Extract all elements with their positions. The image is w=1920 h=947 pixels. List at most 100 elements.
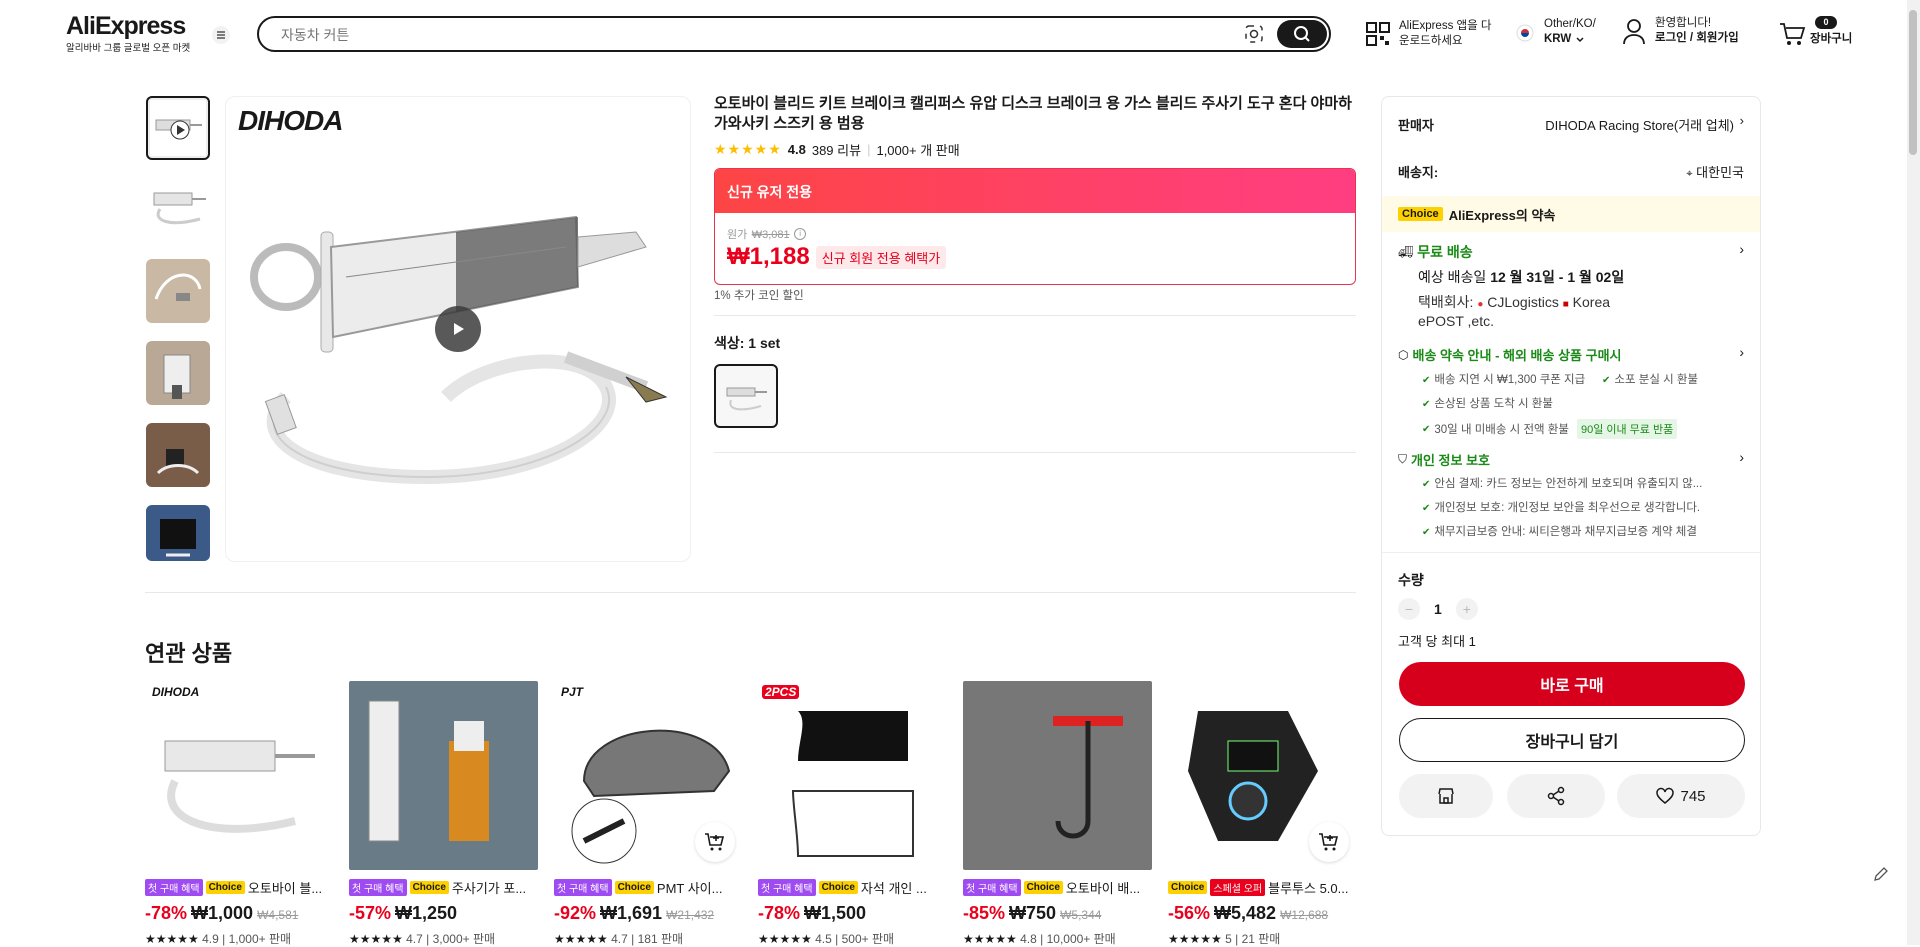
- product-card-price: ₩5,482: [1214, 903, 1277, 923]
- quantity-value[interactable]: 1: [1434, 601, 1442, 617]
- product-card-name[interactable]: 오토바이 블...: [248, 878, 322, 897]
- check-icon: ✔: [1422, 503, 1431, 514]
- color-option-1set[interactable]: [714, 364, 778, 428]
- login-link[interactable]: 로그인 / 회원가입: [1655, 31, 1739, 46]
- search-button[interactable]: [1277, 20, 1327, 48]
- product-card-name[interactable]: 자석 개인 ...: [861, 878, 927, 897]
- main-product-image[interactable]: DIHODA: [225, 96, 691, 562]
- menu-button[interactable]: [212, 26, 230, 44]
- store-button[interactable]: [1399, 774, 1493, 818]
- aliexpress-logo[interactable]: AliExpress: [66, 12, 186, 41]
- review-count[interactable]: 389 리뷰: [812, 140, 861, 159]
- promise-item-4: ✔ 30일 내 미배송 시 전액 환불 90일 이내 무료 반품: [1422, 419, 1678, 439]
- product-image: [349, 681, 538, 870]
- brand-logo: DIHODA: [238, 105, 343, 136]
- product-card-image[interactable]: [963, 681, 1152, 870]
- share-button[interactable]: [1507, 774, 1605, 818]
- chevron-right-icon[interactable]: ›: [1739, 241, 1744, 257]
- korea-post-logo-icon: ■: [1562, 299, 1569, 310]
- discount-percent: -92%: [554, 903, 597, 923]
- free-shipping: 무료 배송: [1417, 244, 1473, 260]
- gallery-thumb-5[interactable]: [146, 423, 210, 487]
- increase-qty-button[interactable]: +: [1455, 598, 1478, 620]
- add-to-cart-icon[interactable]: [695, 822, 735, 862]
- star-rating-icon: ★★★★★: [554, 932, 612, 946]
- delivery-dates: 12 월 31일 - 1 월 02일: [1490, 269, 1625, 285]
- search-input[interactable]: [281, 24, 1181, 46]
- product-card[interactable]: 첫 구매 혜택 Choice 주사기가 포... -57% ₩1,250 ★★★★★ 4.…: [349, 681, 538, 947]
- product-card-name[interactable]: 오토바이 배...: [1066, 878, 1140, 897]
- play-video-button[interactable]: [435, 306, 481, 352]
- product-card-rating-row: ★★★★★ 4.7 | 181 판매: [554, 930, 743, 947]
- product-card-title-row: 첫 구매 혜택 Choice PMT 사이...: [554, 878, 743, 897]
- gallery-thumb-4[interactable]: [146, 341, 210, 405]
- product-card-original-price: ₩4,581: [257, 908, 299, 922]
- chevron-right-icon[interactable]: ›: [1739, 449, 1744, 465]
- feedback-button[interactable]: [1867, 860, 1895, 888]
- carrier-row: 택배회사: ● CJLogistics ■ Korea: [1418, 292, 1610, 312]
- privacy-item-text: 채무지급보증 안내: 씨티은행과 채무지급보증 계약 체결: [1434, 526, 1697, 538]
- product-card-title-row: 첫 구매 혜택 Choice 오토바이 블...: [145, 878, 334, 897]
- product-card[interactable]: Choice 스페셜 오퍼 블루투스 5.0... -56% ₩5,482 ₩12,688…: [1168, 681, 1357, 947]
- product-image-label: 2PCS: [762, 685, 800, 699]
- product-card-price-row: -78% ₩1,000 ₩4,581: [145, 903, 334, 924]
- sold-count: 1,000+ 개 판매: [876, 143, 960, 158]
- gallery-thumb-video[interactable]: [146, 96, 210, 160]
- product-card-price-row: -78% ₩1,500: [758, 903, 947, 924]
- promise-item-text: 손상된 상품 도착 시 환불: [1434, 398, 1553, 410]
- product-card[interactable]: 첫 구매 혜택 Choice 오토바이 배... -85% ₩750 ₩5,344 ★★★★…: [963, 681, 1152, 947]
- product-card-name[interactable]: 주사기가 포...: [452, 878, 526, 897]
- product-card-original-price: ₩12,688: [1280, 908, 1329, 922]
- quantity-stepper: − 1 +: [1398, 598, 1478, 620]
- product-card-price: ₩1,250: [395, 903, 458, 923]
- gallery-thumb-2[interactable]: [146, 177, 210, 241]
- choice-promise-bar: Choice AliExpress의 약속: [1382, 196, 1760, 232]
- buy-now-button[interactable]: 바로 구매: [1399, 662, 1745, 706]
- product-card-rating-row: ★★★★★ 4.7 | 3,000+ 판매: [349, 930, 538, 947]
- chevron-right-icon[interactable]: ›: [1739, 344, 1744, 360]
- related-products-title: 연관 상품: [145, 641, 233, 666]
- product-card-image[interactable]: 2PCS: [758, 681, 947, 870]
- price-box: 신규 유저 전용 원가 ₩3,081 i ₩1,188 신규 회원 전용 혜택가: [714, 168, 1356, 285]
- privacy-row[interactable]: ⛉ 개인 정보 보호: [1398, 450, 1490, 469]
- product-tag: 첫 구매 혜택: [554, 879, 612, 896]
- product-card-image[interactable]: [1168, 681, 1357, 870]
- scrollbar-thumb[interactable]: [1909, 10, 1917, 155]
- ship-to-value[interactable]: ⌖ 대한민국: [1686, 162, 1744, 181]
- product-image-label: PJT: [561, 685, 584, 699]
- promise-item-2: ✔ 소포 분실 시 환불: [1602, 371, 1698, 387]
- wishlist-button[interactable]: 745: [1617, 774, 1745, 818]
- product-card-rating-row: ★★★★★ 5 | 21 판매: [1168, 930, 1357, 947]
- camera-search-icon[interactable]: [1244, 24, 1264, 49]
- product-card-title-row: 첫 구매 혜택 Choice 오토바이 배...: [963, 878, 1152, 897]
- cart-icon: [1780, 23, 1806, 45]
- info-icon[interactable]: i: [794, 227, 807, 240]
- product-card-rating-row: ★★★★★ 4.9 | 1,000+ 판매: [145, 930, 334, 947]
- product-card[interactable]: DIHODA 첫 구매 혜택 Choice 오토바이 블... -78% ₩1,000 ₩4…: [145, 681, 334, 947]
- choice-promise-text: AliExpress의 약속: [1448, 207, 1556, 223]
- free-shipping-row[interactable]: 🚚︎ 무료 배송: [1398, 242, 1473, 262]
- product-card-image[interactable]: DIHODA: [145, 681, 334, 870]
- gallery-thumb-6[interactable]: [146, 505, 210, 561]
- decrease-qty-button[interactable]: −: [1398, 598, 1420, 620]
- product-card-image[interactable]: [349, 681, 538, 870]
- privacy-item-3: ✔ 채무지급보증 안내: 씨티은행과 채무지급보증 계약 체결: [1422, 523, 1697, 539]
- gallery-thumb-3[interactable]: [146, 259, 210, 323]
- seller-name[interactable]: DIHODA Racing Store(거래 업체): [1545, 115, 1734, 134]
- product-card[interactable]: PJT 첫 구매 혜택 Choice PMT 사이... -92% ₩1,691 ₩21,4…: [554, 681, 743, 947]
- product-card[interactable]: 2PCS 첫 구매 혜택 Choice 자석 개인 ... -78% ₩1,500 ★★★★…: [758, 681, 947, 947]
- product-card-name[interactable]: 블루투스 5.0...: [1268, 878, 1348, 897]
- product-card-image[interactable]: PJT: [554, 681, 743, 870]
- original-price-row: 원가 ₩3,081 i: [727, 225, 807, 243]
- logo-subtitle: 알리바바 그룹 글로벌 오픈 마켓: [66, 43, 191, 54]
- check-icon: ✔: [1422, 399, 1431, 410]
- add-to-cart-button[interactable]: 장바구니 담기: [1399, 718, 1745, 762]
- price-row: ₩1,188 신규 회원 전용 혜택가: [727, 243, 947, 271]
- product-card-rating: 4.9 | 1,000+ 판매: [202, 932, 292, 946]
- discount-percent: -57%: [349, 903, 392, 923]
- add-to-cart-icon[interactable]: [1309, 822, 1349, 862]
- product-card-name[interactable]: PMT 사이...: [657, 878, 723, 897]
- check-icon: ✔: [1422, 375, 1431, 386]
- seller-label: 판매자: [1398, 118, 1434, 133]
- delivery-promise-row[interactable]: ⬡ 배송 약속 안내 - 해외 배송 상품 구매시: [1398, 345, 1622, 364]
